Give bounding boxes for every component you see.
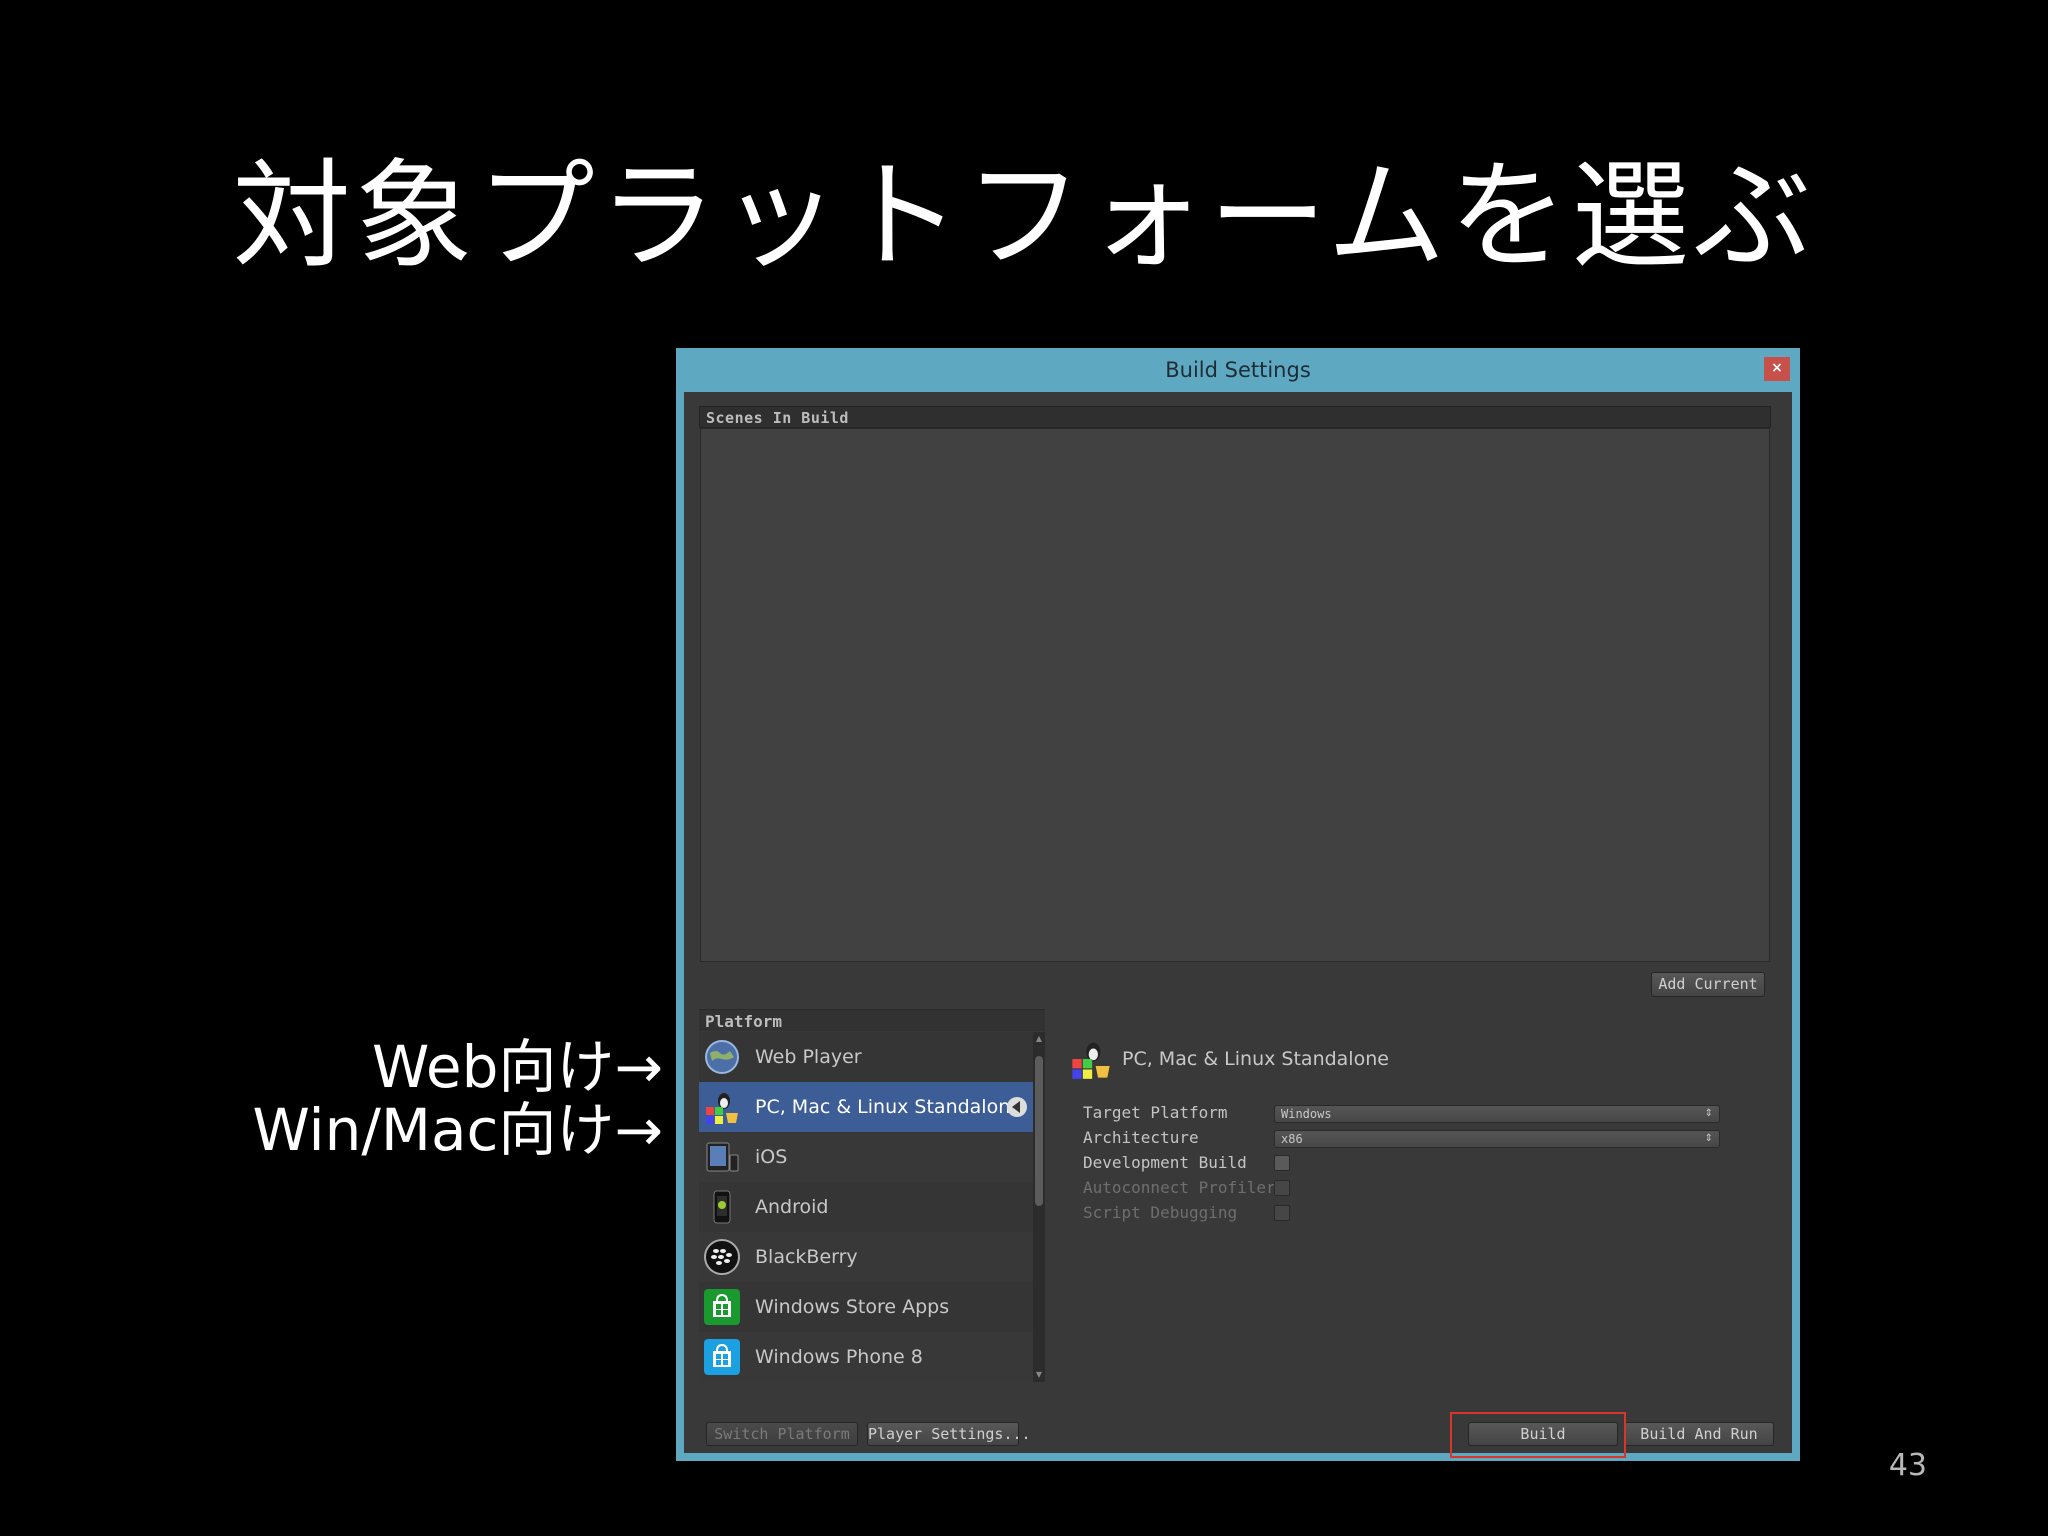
build-settings-window: Build Settings × Scenes In Build Add Cur… <box>676 348 1800 1461</box>
close-button[interactable]: × <box>1764 357 1790 381</box>
scenes-header: Scenes In Build <box>699 406 1771 428</box>
player-settings-button[interactable]: Player Settings... <box>867 1422 1031 1446</box>
platform-header-label: Platform <box>705 1012 783 1031</box>
web-player-icon <box>705 1040 739 1074</box>
platform-item-label: Android <box>755 1196 829 1218</box>
build-highlight-box <box>1450 1412 1626 1458</box>
platform-list: Web Player PC, Mac & Linux Standalone iO… <box>699 1032 1045 1382</box>
dropdown-arrow-icon: ⇕ <box>1704 1133 1713 1144</box>
selected-platform-title: PC, Mac & Linux Standalone <box>1122 1048 1389 1070</box>
unity-icon <box>1007 1097 1027 1117</box>
add-current-button[interactable]: Add Current <box>1651 972 1765 997</box>
platform-item-standalone[interactable]: PC, Mac & Linux Standalone <box>699 1082 1033 1132</box>
platform-item-label: iOS <box>755 1146 788 1168</box>
platform-item-label: Windows Phone 8 <box>755 1346 923 1368</box>
autoconnect-profiler-checkbox[interactable] <box>1274 1180 1290 1196</box>
build-and-run-button[interactable]: Build And Run <box>1624 1422 1774 1446</box>
platform-item-label: Web Player <box>755 1046 862 1068</box>
platform-item-windows-phone[interactable]: Windows Phone 8 <box>699 1332 1033 1382</box>
scroll-down-icon[interactable]: ▼ <box>1035 1370 1043 1380</box>
ios-icon <box>706 1142 739 1172</box>
platform-item-web-player[interactable]: Web Player <box>699 1032 1033 1082</box>
scenes-header-label: Scenes In Build <box>706 409 849 427</box>
platform-header: Platform <box>699 1009 1045 1031</box>
windows-store-icon <box>704 1289 740 1325</box>
architecture-label: Architecture <box>1083 1128 1199 1147</box>
platform-item-ios[interactable]: iOS <box>699 1132 1033 1182</box>
script-debugging-label: Script Debugging <box>1083 1203 1238 1222</box>
selected-platform-icon <box>1072 1042 1110 1079</box>
scroll-thumb[interactable] <box>1035 1056 1043 1206</box>
platform-item-android[interactable]: Android <box>699 1182 1033 1232</box>
development-build-label: Development Build <box>1083 1153 1247 1172</box>
target-platform-dropdown[interactable]: Windows ⇕ <box>1274 1105 1720 1123</box>
standalone-icon <box>706 1093 738 1124</box>
platform-item-label: BlackBerry <box>755 1246 858 1268</box>
annotation-win-mac: Win/Mac向け→ <box>252 1096 663 1164</box>
page-number: 43 <box>1888 1448 1927 1483</box>
platform-item-blackberry[interactable]: BlackBerry <box>699 1232 1033 1282</box>
platform-item-label: PC, Mac & Linux Standalone <box>755 1096 1022 1118</box>
window-client: Scenes In Build Add Current Platform Web… <box>684 392 1792 1458</box>
architecture-dropdown[interactable]: x86 ⇕ <box>1274 1130 1720 1148</box>
architecture-value: x86 <box>1281 1132 1303 1146</box>
window-titlebar[interactable]: Build Settings × <box>676 348 1800 392</box>
window-title: Build Settings <box>1165 358 1311 382</box>
scenes-list[interactable] <box>700 428 1770 962</box>
script-debugging-checkbox[interactable] <box>1274 1205 1290 1221</box>
platform-scrollbar[interactable]: ▲ ▼ <box>1033 1032 1045 1382</box>
dropdown-arrow-icon: ⇕ <box>1704 1108 1713 1119</box>
autoconnect-profiler-label: Autoconnect Profiler <box>1083 1178 1276 1197</box>
windows-phone-icon <box>704 1339 740 1375</box>
target-platform-value: Windows <box>1281 1107 1332 1121</box>
platform-item-windows-store[interactable]: Windows Store Apps <box>699 1282 1033 1332</box>
target-platform-label: Target Platform <box>1083 1103 1228 1122</box>
scroll-up-icon[interactable]: ▲ <box>1035 1034 1043 1044</box>
slide-title: 対象プラットフォームを選ぶ <box>232 147 1816 285</box>
switch-platform-button[interactable]: Switch Platform <box>706 1422 858 1446</box>
platform-item-label: Windows Store Apps <box>755 1296 950 1318</box>
android-icon <box>713 1190 731 1224</box>
blackberry-icon <box>704 1239 740 1275</box>
development-build-checkbox[interactable] <box>1274 1155 1290 1171</box>
